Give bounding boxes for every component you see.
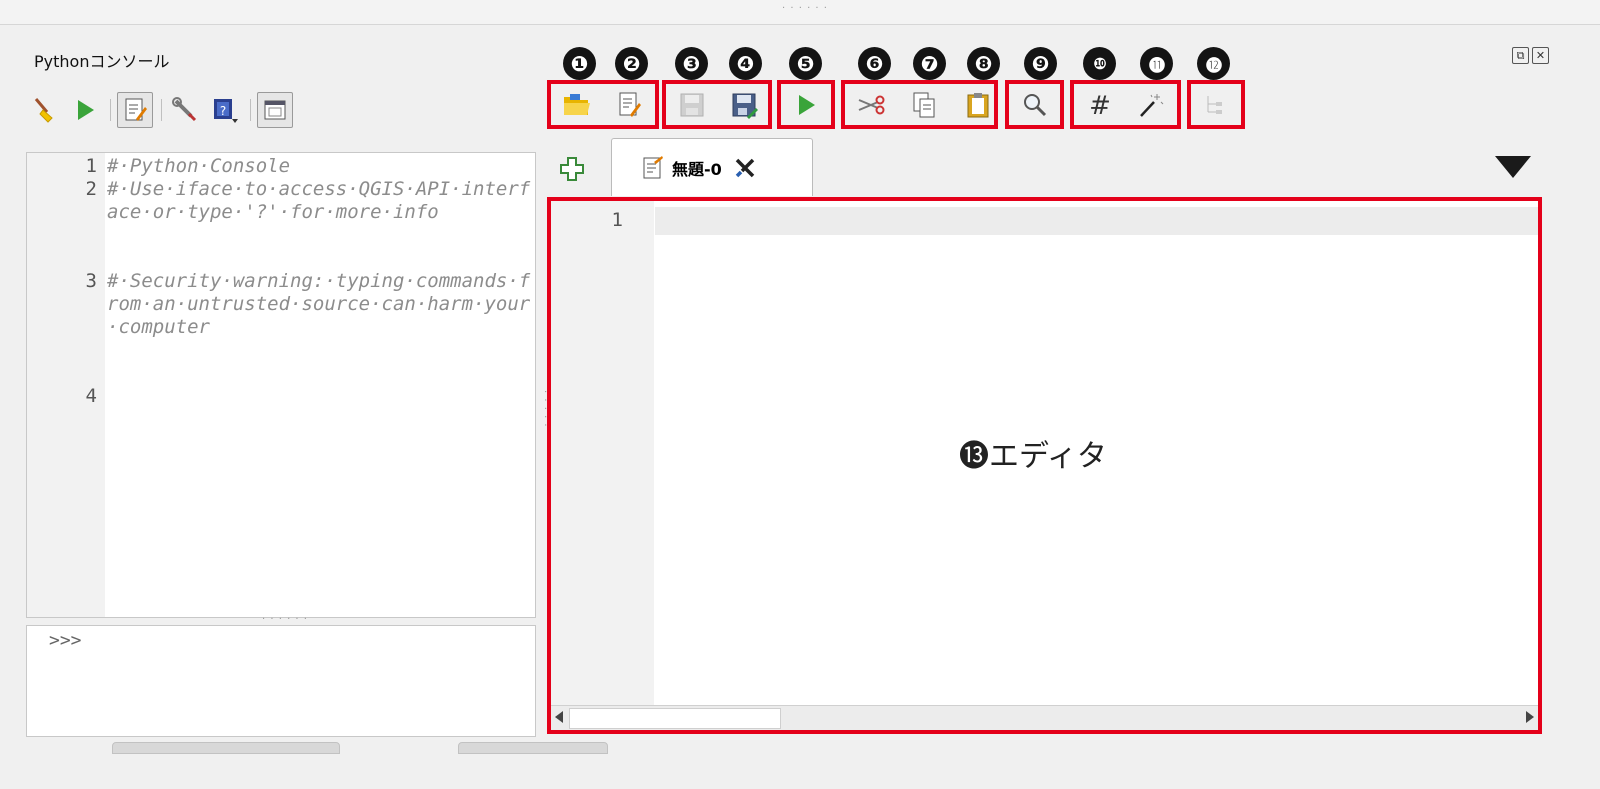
console-title: Pythonコンソール [34, 52, 170, 71]
wrench-icon [172, 97, 197, 122]
line-number: 4 [85, 385, 97, 407]
open-script-button[interactable] [561, 89, 593, 121]
save-as-icon [732, 93, 758, 119]
comment-icon: # [1089, 91, 1111, 119]
svg-text:#: # [1089, 91, 1111, 119]
copy-icon [913, 92, 935, 118]
run-script-button[interactable] [790, 89, 822, 121]
close-icon: ✕ [1535, 49, 1546, 62]
editor-annotation: ⓭エディタ [959, 439, 1107, 474]
paste-icon [967, 93, 989, 118]
save-button[interactable] [676, 89, 708, 121]
restore-icon: ⧉ [1516, 48, 1525, 62]
find-icon [1024, 94, 1047, 117]
toggle-comment-button[interactable]: # [1084, 89, 1116, 121]
scroll-left-icon[interactable] [555, 711, 563, 723]
find-text-button[interactable] [1019, 89, 1051, 121]
toolbar-separator [110, 99, 111, 121]
prompt: >>> [49, 630, 82, 651]
callout-8: ❽ [967, 47, 1000, 80]
scrollbar-thumb[interactable] [569, 708, 781, 729]
new-tab-button[interactable] [559, 156, 585, 186]
close-window-button[interactable]: ✕ [1532, 47, 1549, 64]
callout-5: ❺ [789, 47, 822, 80]
object-inspector-button[interactable] [1199, 89, 1231, 121]
scroll-right-icon[interactable] [1526, 711, 1534, 723]
callout-10: ❿ [1083, 47, 1116, 80]
run-script-icon [799, 95, 815, 115]
current-line-highlight [655, 207, 1538, 235]
cut-button[interactable] [855, 89, 887, 121]
open-in-external-editor-button[interactable] [613, 89, 645, 121]
callout-12: ⓬ [1197, 47, 1230, 80]
callout-3: ❸ [675, 47, 708, 80]
open-folder-icon [564, 94, 590, 115]
broom-icon [34, 98, 53, 123]
copy-button[interactable] [908, 89, 940, 121]
line-text: #·Security·warning:·typing·commands·from… [107, 270, 531, 338]
callout-4: ❹ [729, 47, 762, 80]
close-tab-icon[interactable] [734, 157, 756, 179]
callout-9: ❾ [1024, 47, 1057, 80]
editor-line-gutter: 1 [551, 201, 654, 707]
console-toolbar: ? [28, 88, 299, 132]
toolbar-separator [250, 99, 251, 121]
callout-6: ❻ [858, 47, 891, 80]
add-tab-icon [560, 157, 584, 181]
editor-tab[interactable]: 無題-0 [611, 138, 813, 196]
editor-toggle-icon [125, 98, 147, 121]
help-button[interactable]: ? [208, 93, 242, 127]
run-command-button[interactable] [68, 93, 102, 127]
editor-tab-bar: 無題-0 [547, 138, 1537, 196]
line-text: #·Python·Console [107, 155, 291, 177]
code-editor[interactable]: 1 ⓭エディタ [547, 197, 1542, 734]
console-output[interactable]: 1 #·Python·Console 2 #·Use·iface·to·acce… [26, 152, 536, 618]
callout-7: ❼ [913, 47, 946, 80]
dock-icon [264, 100, 286, 120]
float-window-button[interactable]: ⧉ [1512, 47, 1529, 64]
splitter-grip[interactable]: · · · · · · [782, 3, 828, 14]
line-number: 3 [85, 270, 97, 292]
splitter-grip[interactable]: · · · · · · [262, 614, 308, 625]
callout-1: ❶ [563, 47, 596, 80]
toolbar-separator [161, 99, 162, 121]
bottom-tab[interactable] [458, 742, 608, 754]
save-as-button[interactable] [728, 89, 760, 121]
tab-label: 無題-0 [672, 159, 722, 179]
run-icon [78, 100, 94, 120]
object-inspector-wand-icon [1140, 94, 1164, 117]
save-icon [680, 93, 704, 117]
script-file-icon [642, 155, 664, 180]
clear-console-button[interactable] [28, 93, 62, 127]
line-number: 1 [85, 155, 97, 177]
callout-2: ❷ [615, 47, 648, 80]
editor-line-number: 1 [611, 209, 623, 231]
window-controls: ⧉ ✕ [1512, 47, 1549, 64]
paste-button[interactable] [962, 89, 994, 121]
top-splitter-bar: · · · · · · [0, 0, 1600, 25]
horizontal-scrollbar[interactable] [551, 705, 1538, 730]
dock-button[interactable] [257, 92, 293, 128]
line-number: 2 [85, 178, 97, 200]
svg-text:?: ? [220, 104, 226, 118]
reformat-code-button[interactable] [1135, 89, 1167, 121]
options-button[interactable] [168, 93, 202, 127]
show-editor-button[interactable] [117, 92, 153, 128]
tab-list-dropdown-icon[interactable] [1495, 156, 1531, 178]
help-icon: ? [214, 99, 238, 123]
callout-11: ⓫ [1140, 47, 1173, 80]
cut-icon [858, 95, 885, 115]
command-input[interactable]: >>> [26, 625, 536, 737]
object-tree-icon [1207, 96, 1222, 114]
edit-external-icon [619, 92, 641, 117]
line-text: #·Use·iface·to·access·QGIS·API·interface… [107, 178, 531, 223]
bottom-tab[interactable] [112, 742, 340, 754]
